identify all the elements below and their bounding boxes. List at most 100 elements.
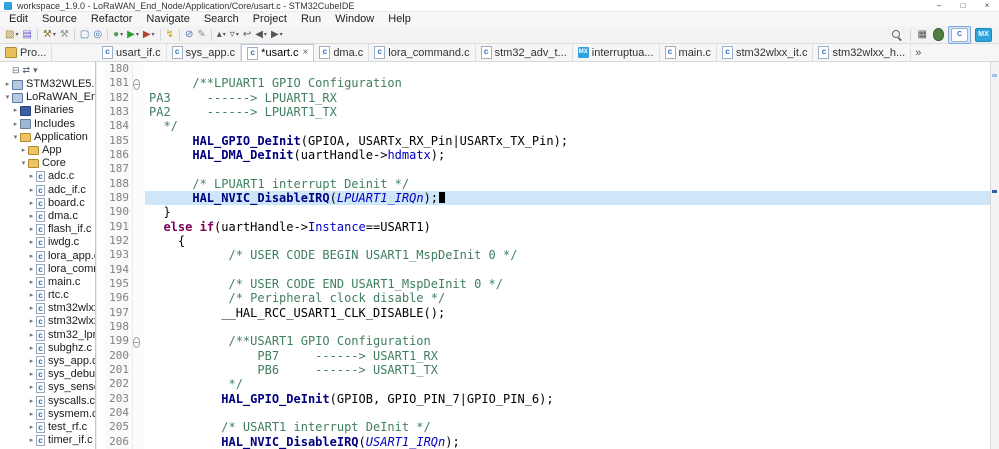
line-number[interactable]: 186 <box>105 147 133 163</box>
tree-arrow-icon[interactable]: ▸ <box>27 263 36 276</box>
editor-tab[interactable]: c stm32wlxx_h... <box>813 44 912 61</box>
line-number[interactable]: 182 <box>105 90 133 105</box>
code-text[interactable] <box>145 62 990 76</box>
line-number[interactable]: 204 <box>105 405 133 421</box>
line-number[interactable]: 194 <box>105 262 133 277</box>
line-number[interactable]: 191 <box>105 219 133 234</box>
code-line[interactable]: 195 /* USER CODE END USART1_MspDeInit 0 … <box>97 276 990 292</box>
line-number[interactable]: 195 <box>105 276 133 292</box>
code-text[interactable]: /* Peripheral clock disable */ <box>145 291 990 305</box>
line-number[interactable]: 192 <box>105 233 133 249</box>
tree-arrow-icon[interactable]: ▸ <box>27 197 36 210</box>
line-number[interactable]: 187 <box>105 162 133 177</box>
code-line[interactable]: 202 */ <box>97 377 990 392</box>
line-number[interactable]: 196 <box>105 291 133 306</box>
tree-arrow-icon[interactable]: ▸ <box>27 276 36 289</box>
tree-item[interactable]: ▸ c adc.c <box>0 170 95 183</box>
code-text[interactable]: PB7 ------> USART1_RX <box>145 349 990 363</box>
tree-arrow-icon[interactable]: ▸ <box>27 395 36 408</box>
line-number[interactable]: 180 <box>105 62 133 77</box>
tree-arrow-icon[interactable]: ▸ <box>27 342 36 355</box>
menu-refactor[interactable]: Refactor <box>84 12 140 26</box>
run-button[interactable]: ▶ ▾ <box>125 27 141 43</box>
tree-item[interactable]: ▸clora_command.c <box>0 263 95 276</box>
tab-close-button[interactable]: × <box>302 48 308 58</box>
tree-arrow-icon[interactable]: ▸ <box>27 381 36 394</box>
tree-item[interactable]: ▾ Application <box>0 131 95 144</box>
tree-item[interactable]: ▸ Binaries <box>0 104 95 117</box>
code-line[interactable]: 193 /* USER CODE BEGIN USART1_MspDeInit … <box>97 248 990 263</box>
tree-item[interactable]: ▸ Includes <box>0 118 95 131</box>
line-number[interactable]: 190 <box>105 205 133 220</box>
code-line[interactable]: 189 HAL_NVIC_DisableIRQ(LPUART1_IRQn); <box>97 190 990 206</box>
code-text[interactable]: HAL_NVIC_DisableIRQ(LPUART1_IRQn); <box>145 190 990 206</box>
menu-search[interactable]: Search <box>197 12 246 26</box>
open-perspective-button[interactable]: ▦ <box>916 27 929 43</box>
back-button[interactable]: ◀ ▾ <box>253 27 269 43</box>
code-text[interactable]: PA2 ------> LPUART1_TX <box>145 105 990 119</box>
build-all-button[interactable]: ⚒ <box>58 27 71 43</box>
code-text[interactable]: /**USART1 GPIO Configuration <box>145 334 990 348</box>
new-wizard-button[interactable]: ▧ ▾ <box>3 27 20 43</box>
tree-item[interactable]: ▸ c test_rf.c <box>0 421 95 434</box>
code-text[interactable]: /* LPUART1 interrupt Deinit */ <box>145 176 990 192</box>
tree-item[interactable]: ▸ c board.c <box>0 197 95 210</box>
tree-arrow-icon[interactable]: ▸ <box>27 210 36 223</box>
code-text[interactable]: { <box>145 234 990 248</box>
code-text[interactable]: */ <box>145 377 990 391</box>
tree-arrow-icon[interactable]: ▸ <box>11 104 20 117</box>
tab-overflow-chevron[interactable]: » <box>911 47 925 59</box>
tree-arrow-icon[interactable]: ▸ <box>27 184 36 197</box>
cubemx-perspective-button[interactable]: MX <box>973 27 994 43</box>
save-button[interactable]: ▤ <box>20 27 33 43</box>
forward-button[interactable]: ▶ ▾ <box>269 27 285 43</box>
debug-perspective-button[interactable] <box>931 27 946 43</box>
tree-item[interactable]: ▸ c dma.c <box>0 210 95 223</box>
tree-item[interactable]: ▸ c subghz.c <box>0 342 95 355</box>
tree-arrow-icon[interactable]: ▾ <box>19 157 28 170</box>
editor-tab[interactable]: c main.c <box>660 44 717 61</box>
code-line[interactable]: 194 <box>97 262 990 277</box>
code-text[interactable]: else if(uartHandle->Instance==USART1) <box>145 220 990 234</box>
tree-arrow-icon[interactable]: ▸ <box>27 355 36 368</box>
editor-tab[interactable]: c usart_if.c <box>97 44 167 61</box>
tree-item[interactable]: ▸cstm32wlxx_it.c <box>0 315 95 328</box>
code-text[interactable]: /* USART1 interrupt DeInit */ <box>145 420 990 434</box>
tree-arrow-icon[interactable]: ▸ <box>3 78 12 91</box>
code-line[interactable]: 192 { <box>97 233 990 249</box>
tree-arrow-icon[interactable]: ▸ <box>27 434 36 447</box>
line-number[interactable]: 205 <box>105 420 133 435</box>
editor-tab[interactable]: c stm32wlxx_it.c <box>717 44 814 61</box>
editor-tab[interactable]: MX interruptua... <box>573 44 660 61</box>
line-number[interactable]: 201 <box>105 362 133 378</box>
code-text[interactable]: } <box>145 205 990 219</box>
tree-arrow-icon[interactable]: ▾ <box>3 91 12 104</box>
code-text[interactable]: HAL_NVIC_DisableIRQ(USART1_IRQn); <box>145 435 990 449</box>
code-line[interactable]: 199− /**USART1 GPIO Configuration <box>97 334 990 349</box>
collapse-all-button[interactable]: ⊟ <box>12 63 20 77</box>
minimize-button[interactable]: – <box>927 0 951 11</box>
previous-annotation-button[interactable]: ▴ ▾ <box>215 27 228 43</box>
code-text[interactable]: PB6 ------> USART1_TX <box>145 363 990 377</box>
editor-tab[interactable]: c dma.c <box>314 44 370 61</box>
line-number[interactable]: 198 <box>105 319 133 335</box>
code-text[interactable]: /* USER CODE BEGIN USART1_MspDeInit 0 */ <box>145 248 990 262</box>
code-text[interactable]: /**LPUART1 GPIO Configuration <box>145 76 990 90</box>
code-line[interactable]: 190 } <box>97 205 990 220</box>
tree-arrow-icon[interactable]: ▸ <box>27 236 36 249</box>
code-line[interactable]: 188 /* LPUART1 interrupt Deinit */ <box>97 176 990 192</box>
code-line[interactable]: 198 <box>97 319 990 335</box>
code-line[interactable]: 196 /* Peripheral clock disable */ <box>97 291 990 306</box>
link-with-editor-button[interactable]: ⇄ <box>23 63 31 77</box>
code-text[interactable] <box>145 406 990 420</box>
line-number[interactable]: 206 <box>105 434 133 449</box>
tree-arrow-icon[interactable]: ▸ <box>27 250 36 263</box>
line-number[interactable]: 199 <box>105 334 133 349</box>
code-line[interactable]: 197 __HAL_RCC_USART1_CLK_DISABLE(); <box>97 305 990 320</box>
code-editor[interactable]: 180 181− /**LPUART1 GPIO Configuration 182… <box>97 62 999 449</box>
tree-item[interactable]: ▾ Core <box>0 157 95 170</box>
build-button[interactable]: ⚒ ▾ <box>41 27 58 43</box>
debug-button[interactable]: ● ▾ <box>111 27 125 43</box>
last-edit-location-button[interactable]: ↩ <box>241 27 253 43</box>
editor-tab[interactable]: c sys_app.c <box>167 44 242 61</box>
